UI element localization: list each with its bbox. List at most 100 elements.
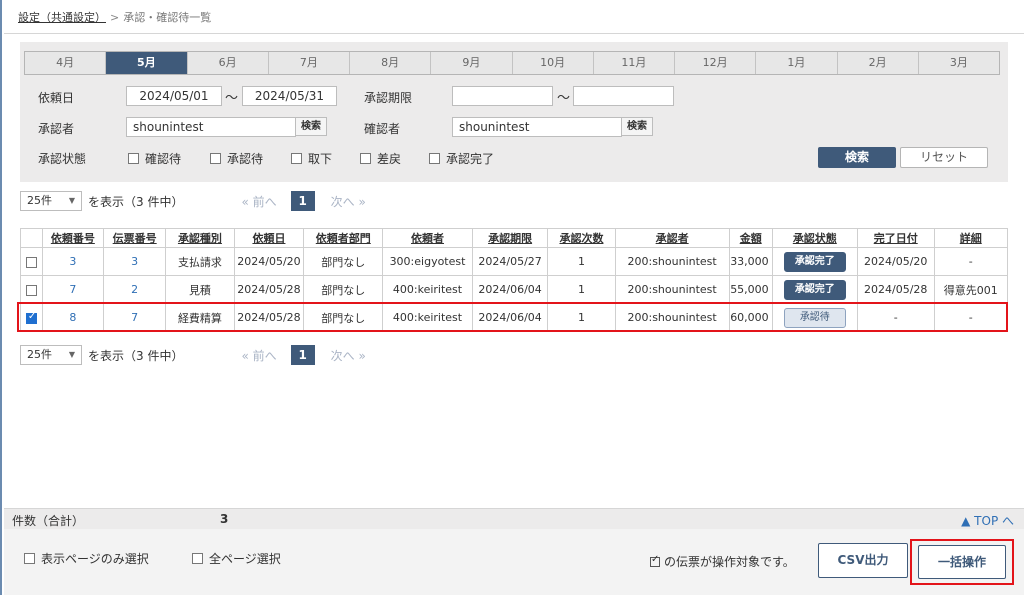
tab-month-5[interactable]: 5月 [106, 52, 188, 74]
request-date-from-input[interactable]: 2024/05/01 [126, 86, 222, 106]
tab-month-12[interactable]: 12月 [675, 52, 757, 74]
csv-export-button[interactable]: CSV出力 [818, 543, 908, 578]
status-badge[interactable]: 承認完了 [783, 279, 846, 300]
request-date-to-input[interactable]: 2024/05/31 [242, 86, 337, 106]
type-cell: 見積 [165, 275, 235, 304]
deadline-cell: 2024/06/04 [471, 303, 549, 332]
per-page-select[interactable]: 25件 ▼ [20, 345, 82, 365]
breadcrumb-parent-link[interactable]: 設定（共通設定） [18, 11, 106, 24]
deadline-cell: 2024/06/04 [471, 275, 549, 304]
row-checkbox-checked[interactable] [25, 311, 37, 324]
tab-month-7[interactable]: 7月 [269, 52, 350, 74]
result-count-text: を表示（3 件中） [88, 194, 184, 209]
tab-month-6[interactable]: 6月 [188, 52, 269, 74]
table-header-row: 依頼番号 伝票番号 承認種別 依頼日 依頼者部門 依頼者 承認期限 承認次数 承… [20, 228, 1009, 248]
next-page-link[interactable]: 次へ » [331, 193, 366, 210]
header-completed-date[interactable]: 完了日付 [856, 228, 935, 248]
level-cell: 1 [547, 275, 616, 304]
requester-cell: 300:eigyotest [382, 247, 473, 276]
header-detail[interactable]: 詳細 [933, 228, 1009, 248]
table-row: 3 3 支払請求 2024/05/20 部門なし 300:eigyotest 2… [20, 247, 1009, 276]
header-divider [4, 33, 1024, 34]
status-option-completed[interactable]: 承認完了 [429, 150, 494, 167]
status-option-returned[interactable]: 差戻 [360, 150, 401, 167]
header-level[interactable]: 承認次数 [547, 228, 616, 248]
status-option-confirm-wait[interactable]: 確認待 [128, 150, 181, 167]
request-no-link[interactable]: 3 [41, 247, 105, 276]
total-count-bar: 件数（合計） 3 ▲ TOP へ [4, 508, 1024, 529]
checkbox-icon[interactable] [210, 153, 221, 164]
approver-cell: 200:shounintest [614, 247, 730, 276]
deadline-to-input[interactable] [573, 86, 674, 106]
requester-cell: 400:keiritest [382, 303, 473, 332]
tab-month-9[interactable]: 9月 [431, 52, 513, 74]
status-option-withdrawn[interactable]: 取下 [291, 150, 332, 167]
detail-cell: 得意先001 [933, 275, 1009, 304]
row-checkbox-cell [20, 275, 43, 304]
approver-input[interactable]: shounintest [126, 117, 296, 137]
checkbox-icon[interactable] [360, 153, 371, 164]
detail-cell: - [933, 303, 1009, 332]
tab-month-10[interactable]: 10月 [513, 52, 594, 74]
row-checkbox[interactable] [25, 256, 37, 268]
status-badge[interactable]: 承認待 [783, 307, 846, 328]
page-number-current[interactable]: 1 [290, 191, 315, 211]
confirmer-lookup-button[interactable]: 検索 [621, 117, 653, 136]
prev-page-link[interactable]: « 前へ [241, 193, 276, 210]
status-cell: 承認待 [771, 303, 858, 332]
reset-button[interactable]: リセット [900, 147, 988, 168]
prev-page-link[interactable]: « 前へ [241, 347, 276, 364]
bulk-action-highlight: 一括操作 [910, 539, 1014, 585]
checkbox-icon[interactable] [24, 553, 35, 564]
deadline-from-input[interactable] [452, 86, 553, 106]
tab-month-2[interactable]: 2月 [838, 52, 919, 74]
header-request-date[interactable]: 依頼日 [233, 228, 305, 248]
slip-no-link[interactable]: 7 [103, 303, 167, 332]
status-badge[interactable]: 承認完了 [783, 251, 846, 272]
bulk-action-button[interactable]: 一括操作 [918, 545, 1006, 579]
per-page-select[interactable]: 25件 ▼ [20, 191, 82, 211]
requester-cell: 400:keiritest [382, 275, 473, 304]
request-no-link[interactable]: 7 [41, 275, 105, 304]
amount-cell: 33,000 [728, 247, 773, 276]
header-requester[interactable]: 依頼者 [382, 228, 473, 248]
date-cell: 2024/05/28 [233, 303, 305, 332]
tab-month-3[interactable]: 3月 [919, 52, 999, 74]
status-option-approve-wait[interactable]: 承認待 [210, 150, 263, 167]
deadline-label: 承認期限 [364, 91, 413, 105]
checkbox-icon[interactable] [291, 153, 302, 164]
status-cell: 承認完了 [771, 247, 858, 276]
status-label: 承認状態 [38, 152, 87, 166]
select-all-pages-option[interactable]: 全ページ選択 [192, 550, 281, 567]
page-number-current[interactable]: 1 [290, 345, 315, 365]
dept-cell: 部門なし [303, 303, 384, 332]
tab-month-4[interactable]: 4月 [25, 52, 107, 74]
breadcrumb-current: 承認・確認待一覧 [123, 11, 212, 24]
checkbox-icon[interactable] [128, 153, 139, 164]
slip-no-link[interactable]: 3 [103, 247, 167, 276]
checkbox-icon[interactable] [429, 153, 440, 164]
header-status[interactable]: 承認状態 [771, 228, 858, 248]
approver-lookup-button[interactable]: 検索 [295, 117, 327, 136]
header-deadline[interactable]: 承認期限 [471, 228, 549, 248]
row-checkbox[interactable] [25, 284, 37, 296]
slip-no-link[interactable]: 2 [103, 275, 167, 304]
back-to-top-link[interactable]: ▲ TOP へ [961, 512, 1014, 529]
tab-month-8[interactable]: 8月 [350, 52, 432, 74]
next-page-link[interactable]: 次へ » [331, 347, 366, 364]
confirmer-input[interactable]: shounintest [452, 117, 622, 137]
header-amount[interactable]: 金額 [728, 228, 773, 248]
tab-month-1[interactable]: 1月 [756, 52, 838, 74]
search-button[interactable]: 検索 [818, 147, 896, 168]
tab-month-11[interactable]: 11月 [594, 52, 675, 74]
request-no-link[interactable]: 8 [41, 303, 105, 332]
header-type[interactable]: 承認種別 [165, 228, 235, 248]
header-dept[interactable]: 依頼者部門 [303, 228, 384, 248]
checkbox-icon[interactable] [192, 553, 203, 564]
pager-top: 25件 ▼ を表示（3 件中） « 前へ 1 次へ » [20, 190, 366, 212]
header-slip-no[interactable]: 伝票番号 [103, 228, 167, 248]
level-cell: 1 [547, 303, 616, 332]
select-page-only-option[interactable]: 表示ページのみ選択 [24, 550, 149, 567]
header-request-no[interactable]: 依頼番号 [41, 228, 105, 248]
header-approver[interactable]: 承認者 [614, 228, 730, 248]
